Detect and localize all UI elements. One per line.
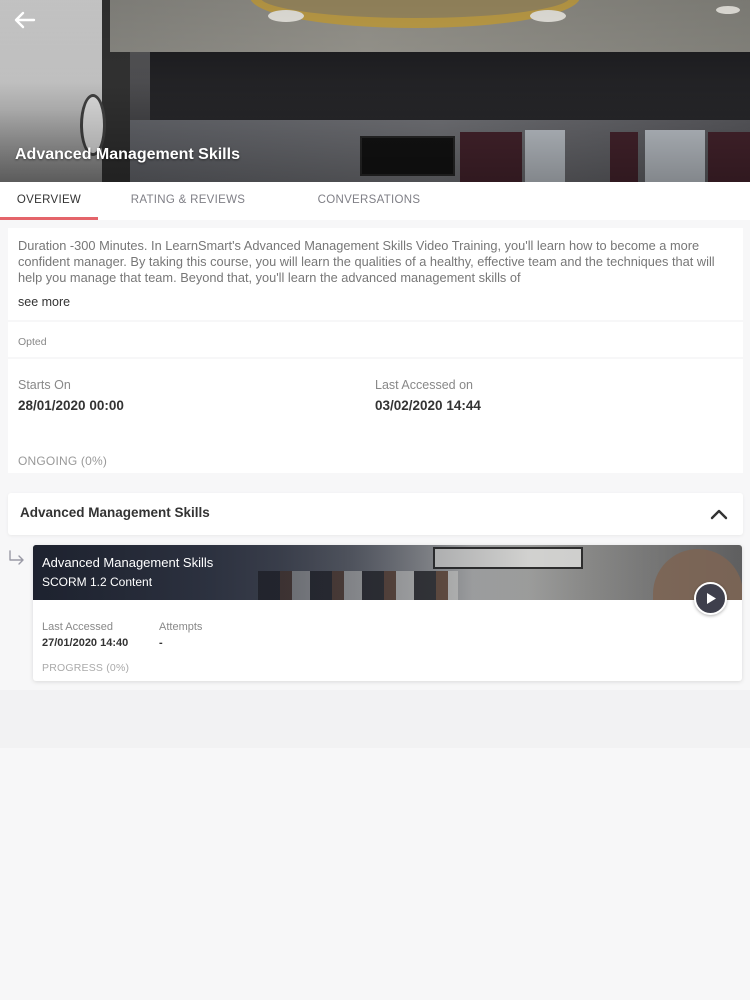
chevron-up-icon <box>710 509 728 520</box>
last-accessed-label: Last Accessed on <box>375 378 473 392</box>
play-icon <box>707 593 716 604</box>
tab-rating-reviews[interactable]: RATING & REVIEWS <box>98 182 278 220</box>
content-background <box>0 690 750 748</box>
tab-bar: OVERVIEW RATING & REVIEWS CONVERSATIONS <box>0 182 750 220</box>
sub-item-arrow-icon <box>9 550 24 565</box>
progress-status: ONGOING (0%) <box>18 454 108 468</box>
tab-overview[interactable]: OVERVIEW <box>0 182 98 220</box>
content-last-accessed-label: Last Accessed <box>42 621 113 633</box>
module-section-header[interactable]: Advanced Management Skills <box>8 493 743 535</box>
attempts-value: - <box>159 637 163 649</box>
description-card: Duration -300 Minutes. In LearnSmart's A… <box>8 228 743 320</box>
starts-on-value: 28/01/2020 00:00 <box>18 398 124 413</box>
content-type: SCORM 1.2 Content <box>42 575 153 589</box>
status-card: Opted <box>8 322 743 357</box>
content-progress: PROGRESS (0%) <box>42 662 130 674</box>
see-more-link[interactable]: see more <box>18 295 70 309</box>
starts-on-label: Starts On <box>18 378 71 392</box>
content-item-card[interactable]: Advanced Management Skills SCORM 1.2 Con… <box>33 545 742 681</box>
empty-area <box>0 748 750 1000</box>
page-title: Advanced Management Skills <box>15 146 240 163</box>
back-button[interactable] <box>8 6 40 38</box>
course-description: Duration -300 Minutes. In LearnSmart's A… <box>18 238 715 285</box>
module-section-title: Advanced Management Skills <box>20 505 210 520</box>
collapse-button[interactable] <box>709 505 729 523</box>
content-thumbnail: Advanced Management Skills SCORM 1.2 Con… <box>33 545 742 600</box>
content-title: Advanced Management Skills <box>42 555 214 570</box>
thumbnail-overlay <box>33 545 742 600</box>
content-last-accessed-value: 27/01/2020 14:40 <box>42 637 129 649</box>
dates-card: Starts On 28/01/2020 00:00 Last Accessed… <box>8 359 743 473</box>
status-label: Opted <box>18 336 47 348</box>
tab-conversations[interactable]: CONVERSATIONS <box>278 182 460 220</box>
arrow-left-icon <box>14 11 36 29</box>
attempts-label: Attempts <box>159 621 203 633</box>
play-button[interactable] <box>694 582 727 615</box>
last-accessed-value: 03/02/2020 14:44 <box>375 398 481 413</box>
